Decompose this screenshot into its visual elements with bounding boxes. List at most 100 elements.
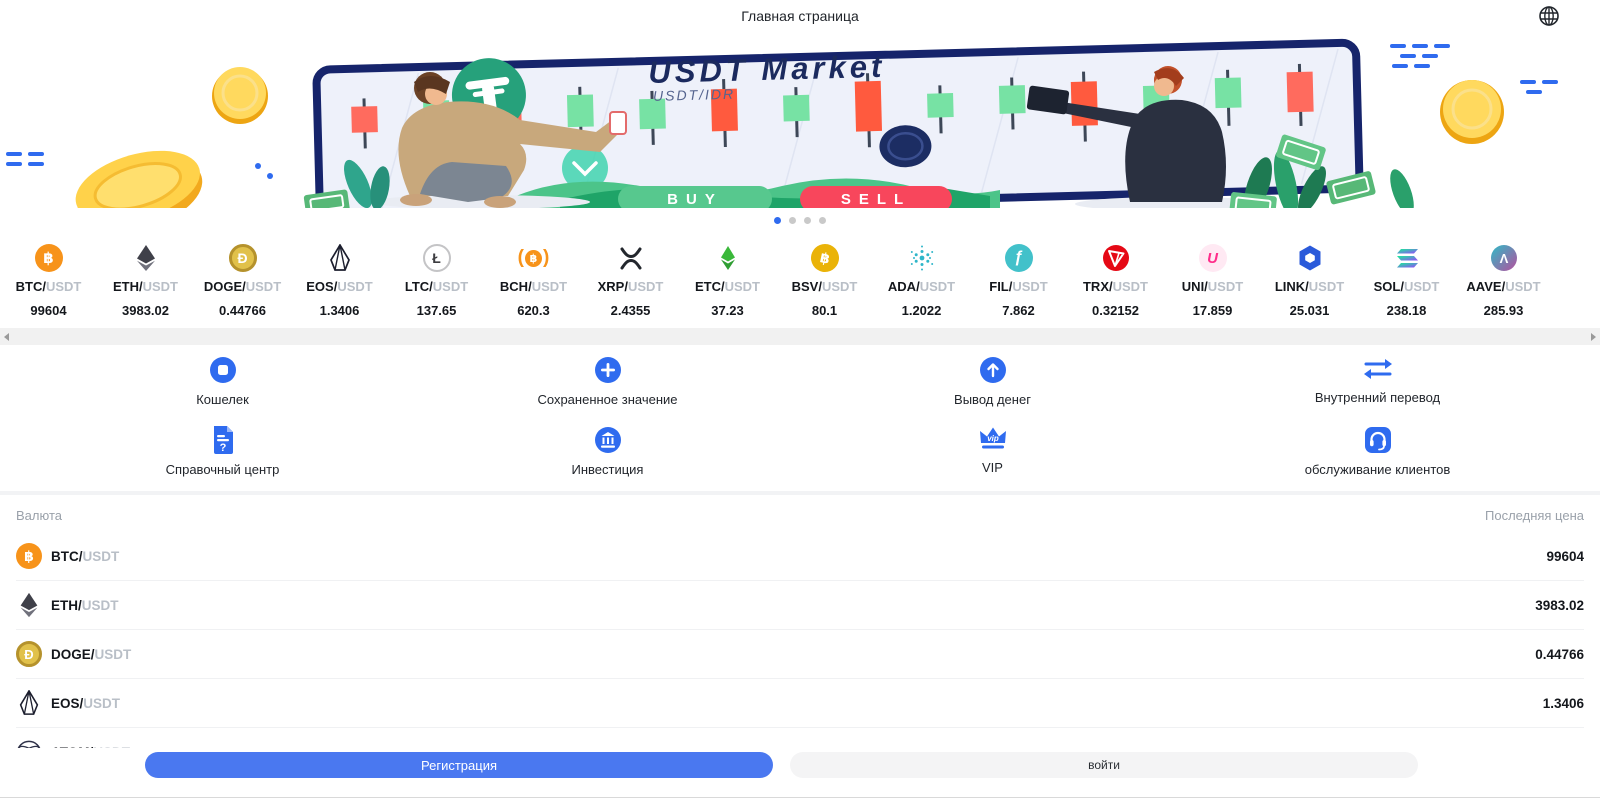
scrollbar-right-arrow-icon[interactable] [1591,332,1596,341]
register-button[interactable]: Регистрация [145,752,773,778]
row-price: 99604 [1546,548,1584,564]
eos-icon [19,690,39,715]
aave-icon: Λ [1490,245,1517,271]
investment-icon [594,427,621,453]
deposit-icon [594,357,621,383]
btc-icon: ฿ [34,244,63,272]
svg-text:Λ: Λ [1499,251,1508,266]
link-icon [1299,245,1320,271]
ticker-price: 37.23 [711,303,744,318]
ticker-price: 0.44766 [219,303,266,318]
carousel-dot[interactable] [774,217,781,224]
menu-item-withdraw[interactable]: Вывод денег [800,355,1185,407]
carousel-dot[interactable] [819,217,826,224]
carousel-dot[interactable] [789,217,796,224]
quick-menu: Кошелек Сохраненное значение Вывод денег… [0,345,1600,477]
ticker-item-ada[interactable]: ADA/USDT 1.2022 [873,242,970,318]
xrp-icon [620,247,641,270]
row-price: 0.44766 [1535,646,1584,662]
ticker-item-aave[interactable]: Λ AAVE/USDT 285.93 [1455,242,1552,318]
vip-icon: vip [979,427,1006,449]
ticker-horizontal-scrollbar[interactable] [0,328,1600,345]
col-last-price: Последняя цена [1485,508,1584,523]
table-row-btc[interactable]: ฿ BTC/USDT 99604 [16,532,1584,581]
page-title: Главная страница [741,8,859,24]
ticker-item-sol[interactable]: SOL/USDT 238.18 [1358,242,1455,318]
fil-icon: ƒ [1004,244,1033,272]
login-button[interactable]: войти [790,752,1418,778]
ticker-item-doge[interactable]: Ð DOGE/USDT 0.44766 [194,242,291,318]
ticker-price: 7.862 [1002,303,1035,318]
banner-illustration: USDT Market USDT/IDR BUY SELL [6,38,1558,208]
menu-item-deposit[interactable]: Сохраненное значение [415,355,800,407]
menu-item-vip[interactable]: vip VIP [800,425,1185,477]
ticker-item-trx[interactable]: TRX/USDT 0.32152 [1067,242,1164,318]
eos-icon [329,244,350,271]
ticker-item-xrp[interactable]: XRP/USDT 2.4355 [582,242,679,318]
row-price: 1.3406 [1542,695,1584,711]
ticker-item-bch[interactable]: (฿) BCH/USDT 620.3 [485,242,582,318]
menu-item-wallet[interactable]: Кошелек [30,355,415,407]
ticker-item-link[interactable]: LINK/USDT 25.031 [1261,242,1358,318]
ticker-strip: ฿ BTC/USDT 99604 ETH/USDT 3983.02 Ð DOGE… [0,230,1600,318]
bch-icon: (฿) [517,247,550,268]
sol-icon [1396,249,1418,268]
table-header-row: Валюта Последняя цена [16,495,1584,532]
svg-text:vip: vip [987,434,999,443]
ticker-price: 285.93 [1483,303,1524,318]
ltc-icon: Ł [422,244,451,272]
menu-item-investment[interactable]: Инвестиция [415,425,800,477]
btc-icon: ฿ [16,543,42,569]
menu-item-customer-service[interactable]: обслуживание клиентов [1185,425,1570,477]
row-price: 3983.02 [1535,597,1584,613]
scrollbar-left-arrow-icon[interactable] [4,332,9,341]
top-header: Главная страница [0,0,1600,32]
ticker-price: 1.3406 [319,303,360,318]
table-row-eth[interactable]: ETH/USDT 3983.02 [16,581,1584,630]
customer-service-icon [1364,427,1391,453]
ticker-price: 0.32152 [1092,303,1139,318]
table-row-eos[interactable]: EOS/USDT 1.3406 [16,679,1584,728]
eth-icon [136,245,155,271]
globe-language-icon[interactable] [1538,5,1560,27]
market-table: Валюта Последняя цена ฿ BTC/USDT 99604 E… [0,495,1600,777]
bsv-icon: ฿ [807,241,842,275]
ticker-item-eos[interactable]: EOS/USDT 1.3406 [291,242,388,318]
ticker-price: 3983.02 [122,303,169,318]
ticker-item-btc[interactable]: ฿ BTC/USDT 99604 [0,242,97,318]
help-center-icon: ? [213,426,233,454]
banner-subtitle: USDT/IDR [653,86,736,104]
doge-icon: Ð [228,244,257,272]
eth-icon [20,592,38,618]
carousel-dot[interactable] [804,217,811,224]
ticker-item-etc[interactable]: ETC/USDT 37.23 [679,242,776,318]
ticker-price: 2.4355 [610,303,651,318]
ticker-item-uni[interactable]: U UNI/USDT 17.859 [1164,242,1261,318]
menu-item-internal-transfer[interactable]: Внутренний перевод [1185,355,1570,407]
carousel-dots[interactable] [774,217,826,224]
banner-title: USDT Market [648,49,886,90]
ticker-item-ltc[interactable]: Ł LTC/USDT 137.65 [388,242,485,318]
ada-icon [910,245,933,271]
ticker-price: 80.1 [811,303,838,318]
col-currency: Валюта [16,508,62,523]
hero-banner: USDT Market USDT/IDR BUY SELL [0,32,1600,230]
withdraw-icon [979,357,1006,383]
ticker-item-bsv[interactable]: ฿ BSV/USDT 80.1 [776,241,873,318]
menu-item-help-center[interactable]: ? Справочный центр [30,425,415,477]
ticker-item-eth[interactable]: ETH/USDT 3983.02 [97,242,194,318]
svg-text:?: ? [219,442,226,454]
etc-icon [720,246,735,270]
footer-bar: Регистрация войти [0,748,1600,798]
table-row-doge[interactable]: Ð DOGE/USDT 0.44766 [16,630,1584,679]
ticker-price: 238.18 [1386,303,1427,318]
ticker-price: 620.3 [517,303,550,318]
ticker-price: 17.859 [1192,303,1233,318]
ticker-price: 1.2022 [901,303,942,318]
internal-transfer-icon [1363,359,1392,379]
sell-label: SELL [841,191,911,208]
doge-icon: Ð [16,641,42,667]
ticker-price: 137.65 [416,303,457,318]
trx-icon [1102,245,1129,271]
ticker-item-fil[interactable]: ƒ FIL/USDT 7.862 [970,242,1067,318]
